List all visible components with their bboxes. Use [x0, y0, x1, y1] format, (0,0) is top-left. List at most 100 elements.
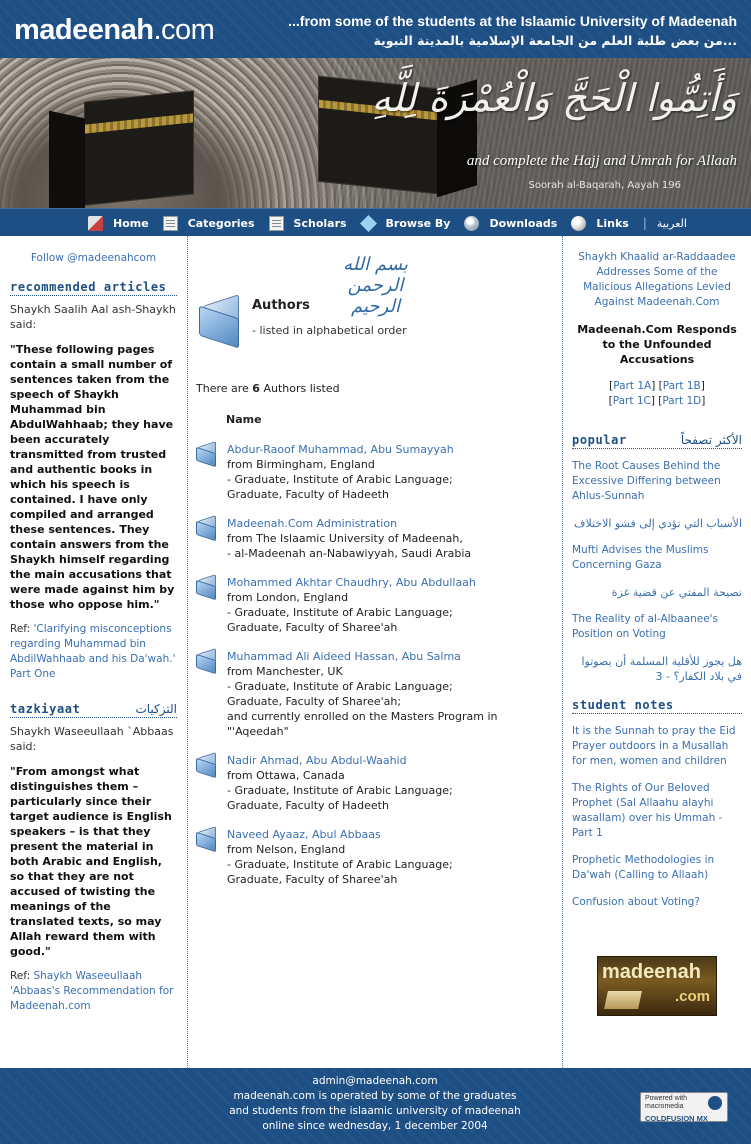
part-link[interactable]: Part 1A: [613, 380, 651, 392]
book-icon: [604, 991, 642, 1009]
student-note-link[interactable]: It is the Sunnah to pray the Eid Prayer …: [572, 724, 742, 769]
nav-scholars[interactable]: Scholars: [268, 215, 347, 231]
author-detail: - Graduate, Institute of Arabic Language…: [227, 473, 453, 486]
author-detail: - Graduate, Institute of Arabic Language…: [227, 680, 453, 693]
author-entry: Madeenah.Com Administration from The Isl…: [196, 515, 556, 561]
author-entry: Nadir Ahmad, Abu Abdul-Waahid from Ottaw…: [196, 752, 556, 813]
section-heading-student-notes: student notes: [572, 698, 742, 714]
author-detail: Graduate, Faculty of Hadeeth: [227, 799, 389, 812]
main-content: بسم الله الرحمن الرحيم Authors - listed …: [188, 236, 563, 1068]
responds-parts: [Part 1A] [Part 1B] [Part 1C] [Part 1D]: [608, 380, 706, 407]
student-notes-list: It is the Sunnah to pray the Eid Prayer …: [572, 724, 742, 910]
hajj-banner: وَأَتِمُّوا الْحَجَّ وَالْعُمْرَةَ لِلَّ…: [0, 58, 751, 208]
author-name-link[interactable]: Naveed Ayaaz, Abul Abbaas: [227, 827, 556, 842]
coldfusion-logo-icon: [708, 1096, 722, 1110]
part-link[interactable]: Part 1B: [663, 380, 701, 392]
nav-label: Links: [596, 216, 629, 230]
section-title-arabic: التزكيات: [135, 702, 177, 716]
author-entry: Mohammed Akhtar Chaudhry, Abu Abdullaah …: [196, 574, 556, 635]
nav-label: Scholars: [293, 216, 347, 230]
featured-article-link[interactable]: Shaykh Khaalid ar-Raddaadee Addresses So…: [572, 250, 742, 310]
author-detail: from London, England: [227, 591, 349, 604]
tagline-arabic: ...من بعض طلبة العلم من الجامعة الإسلامي…: [373, 33, 737, 48]
author-detail: - Graduate, Institute of Arabic Language…: [227, 784, 453, 797]
reference-link[interactable]: 'Clarifying misconceptions regarding Muh…: [10, 623, 175, 680]
madeenah-logo-badge[interactable]: madeenah .com: [597, 956, 717, 1016]
folder-icon: [196, 752, 220, 779]
folder-icon: [196, 515, 220, 542]
author-name-link[interactable]: Abdur-Raoof Muhammad, Abu Sumayyah: [227, 442, 556, 457]
reference-link[interactable]: Shaykh Waseeullaah 'Abbaas's Recommendat…: [10, 970, 173, 1012]
nav-browse-by[interactable]: Browse By: [359, 214, 450, 232]
nav-categories[interactable]: Categories: [162, 215, 255, 231]
author-detail: - al-Madeenah an-Nabawiyyah, Saudi Arabi…: [227, 547, 472, 560]
coldfusion-badge[interactable]: Powered with macromedia COLDFUSION MX: [640, 1092, 728, 1123]
author-name-link[interactable]: Nadir Ahmad, Abu Abdul-Waahid: [227, 753, 556, 768]
popular-link[interactable]: نصيحة المفتي عن قضية غزة: [572, 585, 742, 600]
section-heading-recommended: recommended articles: [10, 280, 177, 296]
section-title-arabic: الأكثر تصفحاً: [680, 433, 742, 447]
home-icon: [88, 215, 103, 231]
popular-link[interactable]: الأسباب التي تؤدي إلى فشو الاختلاف: [572, 516, 742, 531]
nav-downloads[interactable]: Downloads: [464, 215, 557, 231]
footer-text: madeenah.com is operated by some of the …: [233, 1090, 517, 1102]
part-link[interactable]: Part 1C: [613, 395, 651, 407]
nav-separator: |: [642, 216, 647, 230]
document-icon: [268, 215, 284, 231]
popular-link[interactable]: Mufti Advises the Muslims Concerning Gaz…: [572, 543, 742, 573]
link-icon: [571, 215, 587, 231]
footer-text: online since wednesday, 1 december 2004: [262, 1120, 488, 1132]
nav-label: Categories: [187, 216, 255, 230]
author-name-link[interactable]: Muhammad Ali Aideed Hassan, Abu Salma: [227, 649, 556, 664]
author-detail: Graduate, Faculty of Hadeeth: [227, 488, 389, 501]
nav-arabic-link[interactable]: العربية: [657, 217, 687, 230]
section-title: tazkiyaat: [10, 702, 81, 716]
student-note-link[interactable]: Confusion about Voting?: [572, 895, 742, 910]
nav-home[interactable]: Home: [88, 215, 149, 231]
footer-text: and students from the islaamic universit…: [229, 1105, 521, 1117]
folder-icon: [196, 648, 220, 675]
folder-icon: [196, 574, 220, 601]
author-detail: Graduate, Faculty of Sharee'ah;: [227, 695, 402, 708]
popular-link[interactable]: The Reality of al-Albaanee's Position on…: [572, 612, 742, 642]
author-detail: from Nelson, England: [227, 843, 346, 856]
author-detail: from The Islaamic University of Madeenah…: [227, 532, 463, 545]
quote-reference: Ref: 'Clarifying misconceptions regardin…: [10, 623, 176, 680]
column-header-name: Name: [226, 413, 262, 426]
author-name-link[interactable]: Madeenah.Com Administration: [227, 516, 556, 531]
author-detail: from Ottawa, Canada: [227, 769, 345, 782]
author-name-link[interactable]: Mohammed Akhtar Chaudhry, Abu Abdullaah: [227, 575, 556, 590]
popular-link[interactable]: The Root Causes Behind the Excessive Dif…: [572, 459, 742, 504]
nav-links[interactable]: Links: [571, 215, 629, 231]
twitter-follow-link[interactable]: Follow @madeenahcom: [10, 252, 177, 264]
quote-reference: Ref: Shaykh Waseeullaah 'Abbaas's Recomm…: [10, 970, 174, 1012]
nav-label: Home: [113, 216, 149, 230]
quote-text: "From amongst what distinguishes them – …: [10, 765, 172, 958]
banner-verse-arabic: وَأَتِمُّوا الْحَجَّ وَالْعُمْرَةَ لِلَّ…: [371, 76, 737, 120]
author-entry: Naveed Ayaaz, Abul Abbaas from Nelson, E…: [196, 826, 556, 887]
author-entry: Abdur-Raoof Muhammad, Abu Sumayyah from …: [196, 441, 556, 502]
gem-icon: [359, 214, 377, 232]
main-nav: Home Categories Scholars Browse By Downl…: [0, 208, 751, 236]
page-subtitle: - listed in alphabetical order: [252, 324, 407, 337]
student-note-link[interactable]: The Rights of Our Beloved Prophet (Sal A…: [572, 781, 742, 841]
author-detail: - Graduate, Institute of Arabic Language…: [227, 858, 453, 871]
popular-list: The Root Causes Behind the Excessive Dif…: [572, 459, 742, 684]
folder-icon: [199, 294, 245, 349]
part-link[interactable]: Part 1D: [662, 395, 701, 407]
banner-verse-reference: Soorah al-Baqarah, Aayah 196: [528, 180, 681, 191]
student-note-link[interactable]: Prophetic Methodologies in Da'wah (Calli…: [572, 853, 742, 883]
quote-text: "These following pages contain a small n…: [10, 343, 175, 611]
download-icon: [464, 215, 480, 231]
site-logo[interactable]: madeenah.com: [14, 14, 215, 47]
popular-link[interactable]: هل يجوز للأقلية المسلمة أن يصوتوا في بلا…: [572, 654, 743, 684]
section-heading-tazkiyaat: tazkiyaat التزكيات: [10, 702, 177, 718]
banner-verse-english: and complete the Hajj and Umrah for Alla…: [466, 153, 737, 169]
folder-icon: [196, 441, 220, 468]
section-heading-popular: popular الأكثر تصفحاً: [572, 433, 742, 449]
footer-email-link[interactable]: admin@madeenah.com: [175, 1074, 575, 1089]
author-detail: Graduate, Faculty of Sharee'ah: [227, 873, 398, 886]
author-detail: from Birmingham, England: [227, 458, 375, 471]
folder-icon: [196, 826, 220, 853]
basmala-calligraphy: بسم الله الرحمن الرحيم: [343, 254, 408, 317]
